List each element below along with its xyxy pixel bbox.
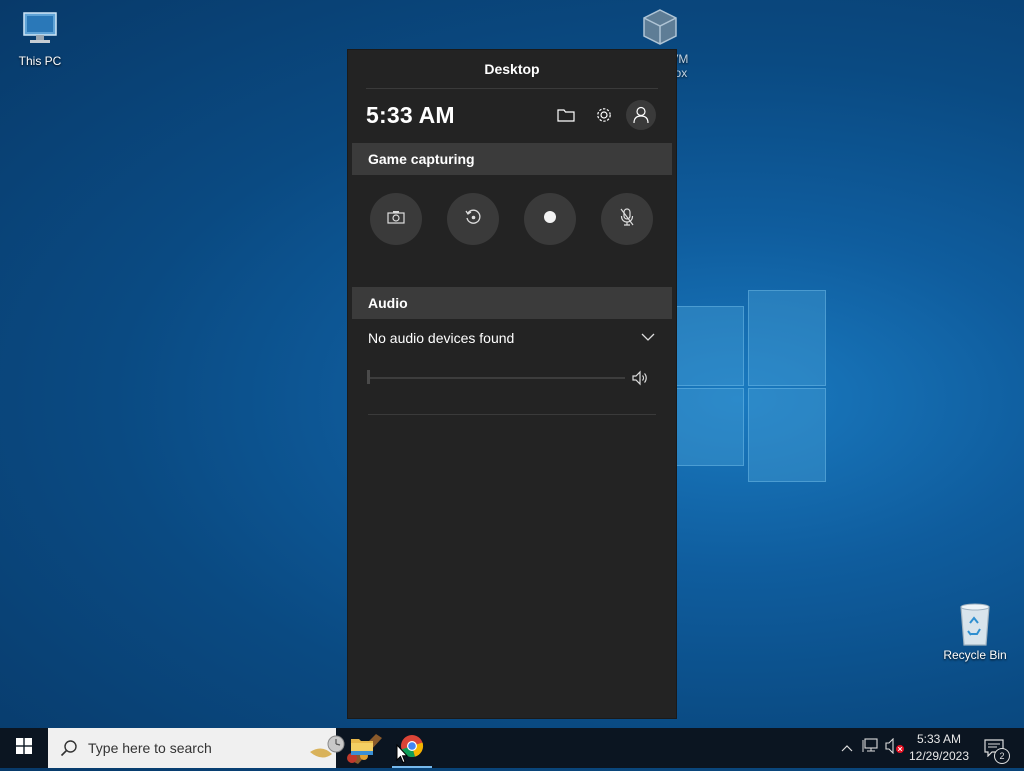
panel-divider (368, 414, 656, 415)
camera-icon (387, 210, 405, 229)
record-last-button[interactable] (447, 193, 499, 245)
speaker-icon[interactable] (631, 369, 649, 387)
show-hidden-icons-chevron[interactable] (838, 728, 856, 768)
gear-icon[interactable] (589, 100, 619, 130)
this-pc-icon (16, 8, 64, 52)
taskbar-file-explorer[interactable] (338, 728, 386, 768)
folder-icon[interactable] (551, 100, 581, 130)
desktop-icon-label: This PC (18, 54, 62, 68)
file-explorer-icon (350, 736, 374, 761)
taskbar-date: 12/29/2023 (908, 749, 970, 763)
desktop-icon-this-pc[interactable]: This PC (2, 8, 78, 68)
recycle-bin-icon (951, 602, 999, 646)
chevron-up-icon (841, 739, 853, 757)
game-bar-panel: Desktop 5:33 AM Game capturing Audio No … (348, 50, 676, 718)
mouse-cursor-icon (396, 743, 409, 764)
windows-start-icon (16, 737, 32, 759)
windows-logo-wallpaper (676, 290, 826, 482)
section-game-capturing: Game capturing (352, 143, 672, 175)
taskbar: Type here to search 5:33 AM 12/29/2023 2 (0, 728, 1024, 768)
volume-slider-thumb[interactable] (367, 370, 370, 384)
start-recording-button[interactable] (524, 193, 576, 245)
taskbar-time: 5:33 AM (916, 732, 962, 746)
start-button[interactable] (0, 728, 48, 768)
person-icon[interactable] (626, 100, 656, 130)
mic-toggle-button[interactable] (601, 193, 653, 245)
notification-count-badge: 2 (994, 748, 1010, 764)
screenshot-button[interactable] (370, 193, 422, 245)
record-dot-icon (543, 210, 557, 229)
desktop-icon-recycle-bin[interactable]: Recycle Bin (937, 602, 1013, 662)
desktop-icon-label: Recycle Bin (943, 648, 1007, 662)
chevron-down-icon[interactable] (640, 330, 656, 344)
action-center-button[interactable]: 2 (980, 728, 1010, 768)
audio-device-select[interactable]: No audio devices found (368, 330, 514, 346)
search-icon (60, 739, 78, 762)
taskbar-clock[interactable]: 5:33 AM 12/29/2023 (900, 731, 978, 765)
network-status[interactable] (860, 728, 882, 768)
virtualbox-icon (636, 6, 684, 50)
game-bar-clock: 5:33 AM (366, 102, 455, 128)
mic-off-icon (619, 207, 635, 231)
search-placeholder: Type here to search (88, 740, 212, 756)
volume-slider-track[interactable] (369, 377, 625, 379)
panel-title: Desktop (366, 50, 658, 89)
network-icon (862, 737, 880, 759)
taskbar-search-box[interactable]: Type here to search (48, 728, 382, 768)
replay-icon (464, 208, 482, 231)
section-audio: Audio (352, 287, 672, 319)
